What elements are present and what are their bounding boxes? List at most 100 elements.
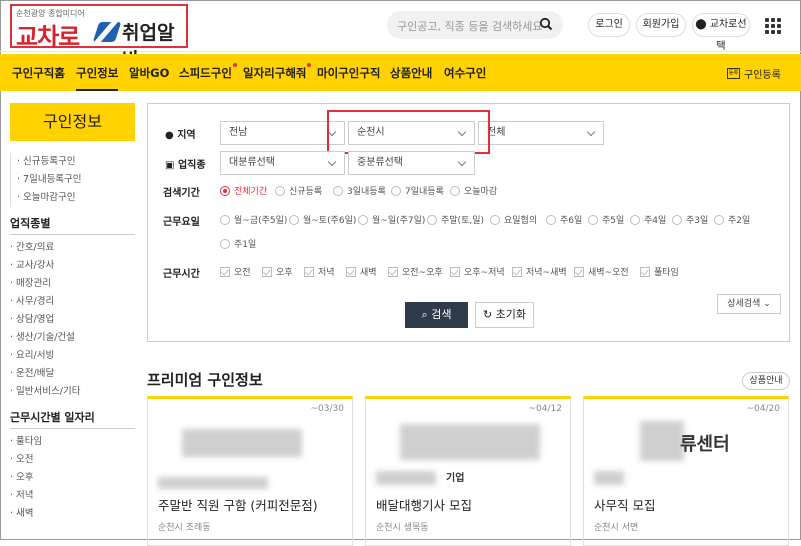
blurred-logo [640,421,684,461]
search-icon[interactable] [539,17,553,31]
sidebar-job-item[interactable]: · 간호/의료 [10,239,135,257]
new-dot-icon [232,63,237,67]
time-option[interactable]: 오후~저녁 [450,265,505,278]
card-location: 순천시 조례동 [158,523,211,533]
time-option[interactable]: 오후 [262,265,293,278]
time-option[interactable]: 오전 [220,265,251,278]
sidebar-time-item[interactable]: · 풀타임 [10,433,135,451]
register-icon: 등록 [727,68,740,79]
register-label: 구인등록 [744,70,781,81]
period-option[interactable]: 오늘마감 [450,184,497,197]
day-option[interactable]: 주말(토,일) [427,213,484,226]
premium-card[interactable]: ~04/12 기업 배달대행기사 모집 순천시 생목동 [365,396,571,546]
login-button[interactable]: 로그인 [588,13,630,37]
job-type-label: ▣ 업직종 [165,160,206,171]
nav-item-albago[interactable]: 알바GO [129,65,169,81]
time-option[interactable]: 저녁 [304,265,335,278]
day-option[interactable]: 주2일 [714,213,750,226]
location-pin-icon: ● [165,130,174,141]
sidebar-time-item[interactable]: · 오전 [10,451,135,469]
time-option[interactable]: 저녁~새벽 [512,265,567,278]
premium-card[interactable]: ~03/30 주말반 직원 구함 (커피전문점) 순천시 조례동 [147,396,353,546]
nav-item-yeosu[interactable]: 여수구인 [444,65,486,81]
region-district-select[interactable]: 전체 [478,121,604,145]
sidebar-job-item[interactable]: · 매장관리 [10,275,135,293]
sidebar-time-item[interactable]: · 새벽 [10,505,135,523]
highlight-box [327,110,490,154]
sidebar-job-item[interactable]: · 사무/경리 [10,293,135,311]
period-option[interactable]: 7일내등록 [391,184,444,197]
nav-item-home[interactable]: 구인구직홈 [12,65,65,81]
day-option[interactable]: 주1일 [220,237,256,250]
card-partial-text: 류센터 [680,434,730,455]
card-title: 사무직 모집 [594,498,656,513]
sidebar-job-item[interactable]: · 상담/영업 [10,311,135,329]
sidebar-item-new[interactable]: · 신규등록구인 [17,153,135,171]
refresh-icon: ↻ [482,308,493,321]
card-deadline: ~03/30 [310,404,344,414]
nav-item-speed-label: 스피드구인 [179,66,232,80]
period-option[interactable]: 신규등록 [275,184,322,197]
blurred-logo [182,429,302,457]
card-partial-text: 기업 [446,473,465,484]
time-option[interactable]: 새벽 [346,265,377,278]
sidebar-jobs-list: · 간호/의료 · 교사/강사 · 매장관리 · 사무/경리 · 상담/영업 ·… [10,239,135,401]
time-option[interactable]: 새벽~오전 [574,265,629,278]
day-option[interactable]: 주3일 [672,213,708,226]
all-menu-grid-icon[interactable] [765,18,781,34]
time-option[interactable]: 오전~오후 [388,265,443,278]
sidebar-job-item[interactable]: · 일반서비스/기타 [10,383,135,401]
logo[interactable]: 순천광양 종합미디어 교차로 취업알바 [10,4,188,71]
sidebar-job-item[interactable]: · 생산/기술/건설 [10,329,135,347]
sidebar: 구인정보 · 신규등록구인 · 7일내등록구인 · 오늘마감구인 업직종별 · … [10,103,135,523]
card-title: 배달대행기사 모집 [376,498,472,513]
job-subcategory-select[interactable]: 중분류선택 [348,151,475,175]
signup-button[interactable]: 회원가입 [636,13,686,37]
nav-item-speed[interactable]: 스피드구인 [179,63,237,81]
period-option[interactable]: 3일내등록 [333,184,386,197]
nav-item-find-job[interactable]: 일자리구해줘 [243,63,312,81]
sidebar-time-list: · 풀타임 · 오전 · 오후 · 저녁 · 새벽 [10,433,135,523]
card-location: 순천시 생목동 [376,523,429,533]
period-option[interactable]: 전체기간 [220,184,267,197]
job-type-icon: ▣ [165,160,175,171]
premium-card[interactable]: ~04/20 류센터 사무직 모집 순천시 서면 [583,396,789,546]
advanced-search-button[interactable]: 상세검색 ⌄ [717,294,781,314]
product-guide-button[interactable]: 상품안내 [742,372,790,390]
sidebar-item-7days[interactable]: · 7일내등록구인 [17,171,135,189]
sidebar-job-item[interactable]: · 교사/강사 [10,257,135,275]
region-select-button[interactable]: ⬤ 교차로선택 [692,13,750,52]
day-option[interactable]: 주5일 [588,213,624,226]
day-option[interactable]: 요일협의 [490,213,537,226]
main-nav: 구인구직홈 구인정보 알바GO 스피드구인 일자리구해줘 마이구인구직 상품안내… [0,54,801,91]
register-job-button[interactable]: 등록 구인등록 [727,66,781,81]
time-option[interactable]: 풀타임 [640,265,679,278]
day-option[interactable]: 월~토(주6일) [289,213,356,226]
time-label: 근무시간 [163,269,200,280]
day-option[interactable]: 월~금(주5일) [220,213,287,226]
sidebar-time-item[interactable]: · 저녁 [10,487,135,505]
logo-mark-icon [92,22,122,42]
region-label: ● 지역 [165,130,196,141]
sidebar-time-item[interactable]: · 오후 [10,469,135,487]
day-option[interactable]: 주6일 [546,213,582,226]
sidebar-item-today-close[interactable]: · 오늘마감구인 [17,189,135,207]
nav-item-my[interactable]: 마이구인구직 [317,65,380,81]
reset-button[interactable]: ↻ 초기화 [475,302,534,328]
nav-item-job-info[interactable]: 구인정보 [76,65,119,91]
sidebar-title: 구인정보 [10,103,135,141]
job-category-select[interactable]: 대분류선택 [220,151,345,175]
search-input[interactable]: 구인공고, 직종 등을 검색하세요 [387,11,563,39]
search-icon: ⌕ [421,308,428,321]
logo-main-text: 교차로 [16,23,80,51]
day-option[interactable]: 주4일 [630,213,666,226]
blurred-logo [400,424,540,460]
nav-item-find-job-label: 일자리구해줘 [243,66,307,80]
sidebar-job-item[interactable]: · 운전/배달 [10,365,135,383]
search-button[interactable]: ⌕ 검색 [405,302,468,328]
blurred-company [376,471,436,485]
location-pin-icon: ⬤ [695,19,707,30]
nav-item-products[interactable]: 상품안내 [390,65,432,81]
day-option[interactable]: 월~일(주7일) [358,213,425,226]
sidebar-job-item[interactable]: · 요리/서빙 [10,347,135,365]
